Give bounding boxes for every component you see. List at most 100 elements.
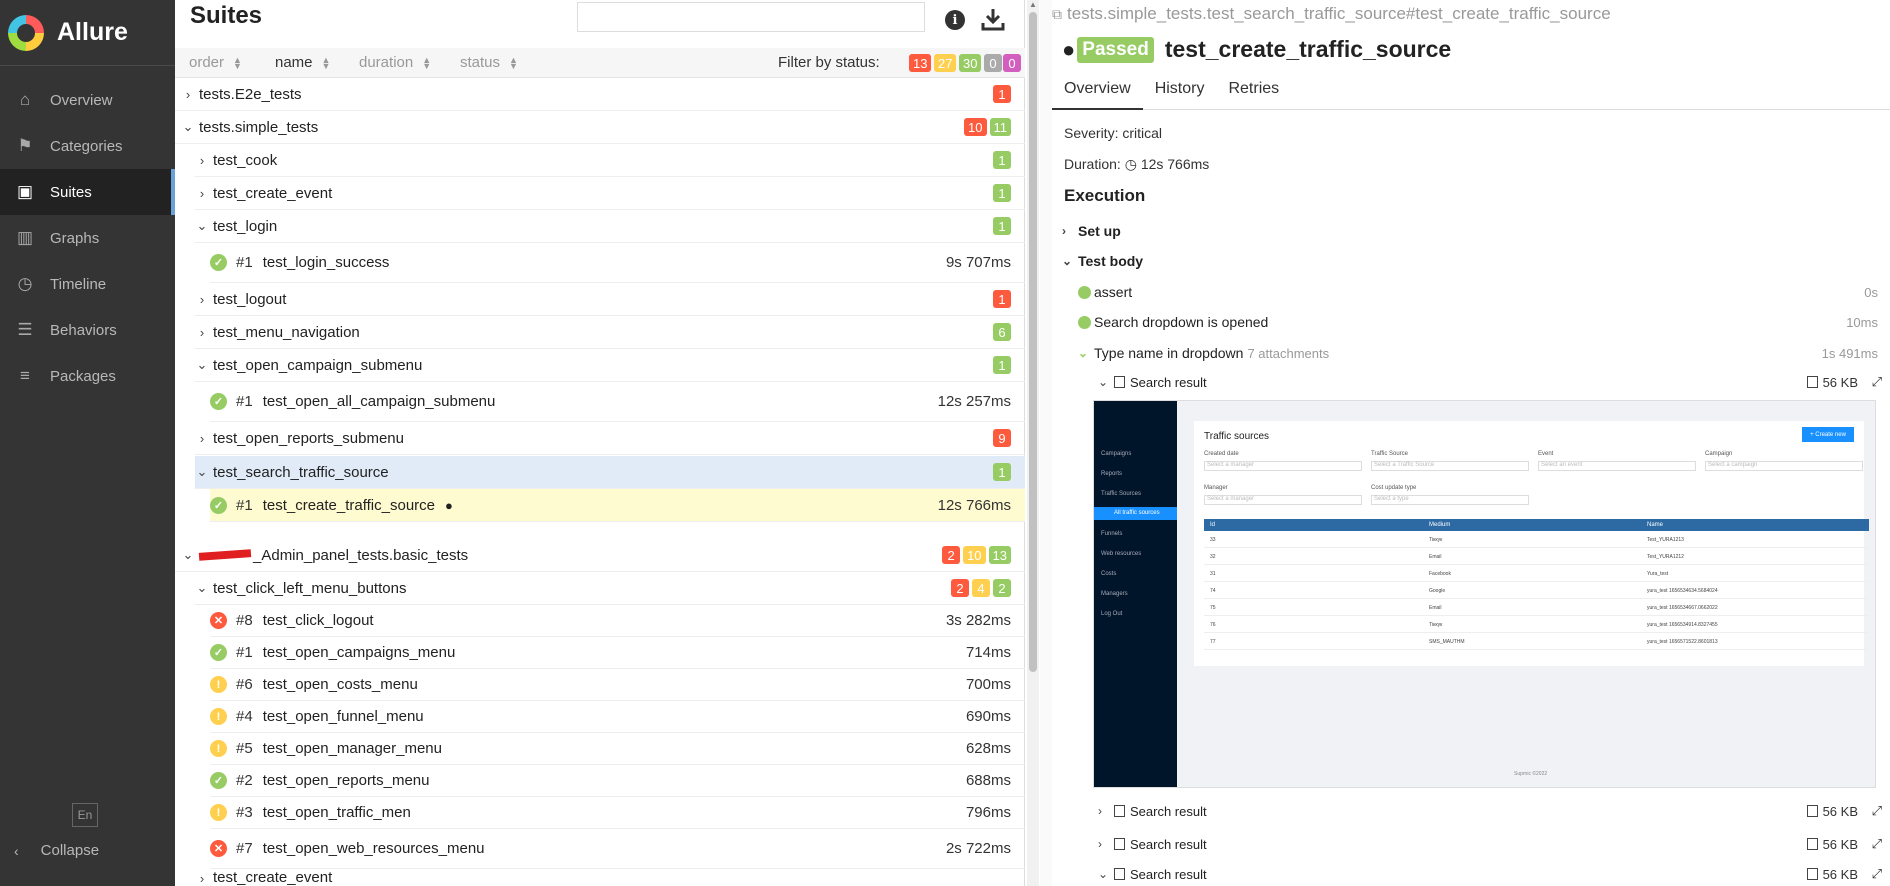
sidebar-item-suites[interactable]: ▣ Suites — [0, 169, 175, 215]
preview-menu-item: Reports — [1101, 471, 1123, 477]
info-icon[interactable]: i — [945, 10, 965, 30]
test-number: #1 — [236, 644, 253, 661]
attachment-preview-image[interactable]: Campaigns Reports Traffic Sources All tr… — [1093, 400, 1876, 788]
test-number: #7 — [236, 840, 253, 857]
filter-passed-badge[interactable]: 30 — [959, 54, 982, 72]
broken-count-badge: 4 — [972, 579, 990, 597]
scrollbar-thumb[interactable] — [1029, 12, 1037, 672]
attachment-row[interactable]: › Search result 56 KB ⤢ — [1098, 796, 1888, 826]
passed-count-badge: 1 — [993, 356, 1011, 374]
passed-status-icon — [1078, 315, 1091, 329]
preview-row: 75 Email yura_test 1656534667.0662022 — [1204, 599, 1869, 616]
suite-row[interactable]: › test_cook 1 — [195, 144, 1025, 177]
sort-order[interactable]: order ▲ ▼ — [189, 54, 242, 71]
list-icon: ☰ — [17, 320, 33, 339]
suite-row-selected[interactable]: ⌄ test_search_traffic_source 1 — [195, 456, 1025, 489]
test-row[interactable]: ! #5 test_open_manager_menu 628ms — [210, 733, 1025, 765]
home-icon: ⌂ — [19, 90, 31, 109]
test-row[interactable]: ! #4 test_open_funnel_menu 690ms — [210, 701, 1025, 733]
suites-scrollbar[interactable]: ▲ — [1027, 0, 1039, 886]
expand-icon[interactable]: ⤢ — [1872, 836, 1882, 852]
sidebar-item-timeline[interactable]: ◷ Timeline — [0, 261, 175, 307]
suite-row[interactable]: › test_logout 1 — [195, 283, 1025, 316]
test-row[interactable]: ! #6 test_open_costs_menu 700ms — [210, 669, 1025, 701]
suite-row[interactable]: › test_open_reports_submenu 9 — [195, 422, 1025, 455]
flag-icon: ⚑ — [17, 136, 33, 155]
filter-failed-badge[interactable]: 13 — [909, 54, 932, 72]
attachment-row[interactable]: ⌄ Search result 56 KB ⤢ — [1098, 862, 1888, 886]
step-label: Type name in dropdown — [1094, 345, 1244, 361]
sort-status[interactable]: status ▲ ▼ — [460, 54, 518, 71]
test-row[interactable]: ✓ #1 test_login_success 9s 707ms — [210, 243, 1025, 283]
passed-count-badge: 1 — [993, 217, 1011, 235]
test-row[interactable]: ✓ #1 test_open_campaigns_menu 714ms — [210, 637, 1025, 669]
sidebar-item-behaviors[interactable]: ☰ Behaviors — [0, 307, 175, 353]
preview-row: 77 SMS_MAUTHM yura_test 1656571522.8601813 — [1204, 633, 1869, 650]
filter-broken-badge[interactable]: 27 — [934, 54, 957, 72]
failed-status-icon: ✕ — [210, 840, 227, 857]
collapse-button[interactable]: ‹ Collapse — [14, 842, 99, 859]
passed-status-icon: ✓ — [210, 496, 227, 514]
expand-icon[interactable]: ⤢ — [1872, 803, 1882, 819]
step-row[interactable]: assert 0s — [1078, 277, 1888, 307]
sort-arrows-icon: ▲ ▼ — [321, 54, 331, 71]
tab-history[interactable]: History — [1143, 78, 1217, 110]
test-row[interactable]: ✓ #1 test_open_all_campaign_submenu 12s … — [210, 382, 1025, 422]
scroll-up-icon[interactable]: ▲ — [1029, 0, 1037, 9]
preview-row: 32 Email Test_YURA1212 — [1204, 548, 1869, 565]
test-row[interactable]: ! #3 test_open_traffic_men 796ms — [210, 797, 1025, 829]
search-input[interactable] — [577, 2, 925, 32]
suite-name: test_create_event — [213, 869, 333, 886]
test-number: #2 — [236, 772, 253, 789]
step-row[interactable]: ⌄ Type name in dropdown 7 attachments 1s… — [1078, 338, 1888, 368]
sidebar-item-overview[interactable]: ⌂ Overview — [0, 77, 175, 123]
test-number: #8 — [236, 612, 253, 629]
filter-unknown-badge[interactable]: 0 — [1003, 54, 1021, 72]
expand-icon[interactable]: ⤢ — [1872, 374, 1882, 390]
preview-label: Campaign — [1705, 451, 1733, 457]
suite-row[interactable]: › test_create_event 1 — [195, 177, 1025, 210]
test-row-active[interactable]: ✓ #1 test_create_traffic_source ● 12s 76… — [210, 489, 1025, 522]
test-row[interactable]: ✓ #2 test_open_reports_menu 688ms — [210, 765, 1025, 797]
suite-name: test_cook — [213, 151, 278, 169]
filter-skipped-badge[interactable]: 0 — [984, 54, 1002, 72]
suite-row[interactable]: ⌄ test_open_campaign_submenu 1 — [195, 349, 1025, 382]
chevron-right-icon: › — [199, 185, 205, 201]
brand[interactable]: Allure — [0, 0, 175, 66]
step-row[interactable]: Search dropdown is opened 10ms — [1078, 307, 1888, 337]
preview-label: Manager — [1204, 485, 1228, 491]
tab-retries[interactable]: Retries — [1216, 78, 1291, 110]
test-duration: 688ms — [965, 772, 1011, 789]
download-icon[interactable] — [980, 6, 1006, 32]
set-up-section[interactable]: › Set up — [1062, 216, 1888, 246]
suite-row[interactable]: › test_menu_navigation 6 — [195, 316, 1025, 349]
suite-row[interactable]: ⌄ tests.simple_tests 10 11 — [175, 111, 1025, 144]
tab-overview[interactable]: Overview — [1052, 78, 1143, 110]
suite-row[interactable]: ⌄ test_click_left_menu_buttons 242 — [195, 572, 1025, 605]
suite-row[interactable]: ⌄ _Admin_panel_tests.basic_tests 2 10 13 — [175, 539, 1025, 572]
sidebar-item-label: Categories — [50, 137, 123, 155]
language-button[interactable]: En — [72, 803, 98, 827]
expand-icon[interactable]: ⤢ — [1872, 866, 1882, 882]
sort-name[interactable]: name ▲ ▼ — [275, 54, 330, 71]
preview-row: 31 Facebook Yura_test — [1204, 565, 1869, 582]
suite-row[interactable]: › test_create_event — [195, 869, 1025, 886]
chevron-right-icon: › — [199, 871, 205, 886]
attachment-row[interactable]: ⌄ Search result 56 KB ⤢ — [1098, 367, 1888, 397]
copy-icon[interactable]: ⧉ — [1052, 6, 1062, 23]
sort-duration[interactable]: duration ▲ ▼ — [359, 54, 431, 71]
sort-duration-label: duration — [359, 54, 414, 71]
suite-row[interactable]: ⌄ test_login 1 — [195, 210, 1025, 243]
test-body-section[interactable]: ⌄ Test body — [1062, 246, 1888, 276]
sidebar-item-packages[interactable]: ≡ Packages — [0, 353, 175, 399]
test-duration: 714ms — [965, 644, 1011, 661]
sidebar-item-categories[interactable]: ⚑ Categories — [0, 123, 175, 169]
sidebar-item-graphs[interactable]: ▥ Graphs — [0, 215, 175, 261]
image-file-icon — [1114, 838, 1125, 850]
preview-row: 76 Тіккук yura_test 1656534914.8327455 — [1204, 616, 1869, 633]
test-row[interactable]: ✕ #8 test_click_logout 3s 282ms — [210, 605, 1025, 637]
suite-row[interactable]: › tests.E2e_tests 1 — [175, 78, 1025, 111]
attachment-row[interactable]: › Search result 56 KB ⤢ — [1098, 829, 1888, 859]
passed-count-badge: 6 — [993, 323, 1011, 341]
test-row[interactable]: ✕ #7 test_open_web_resources_menu 2s 722… — [210, 829, 1025, 869]
